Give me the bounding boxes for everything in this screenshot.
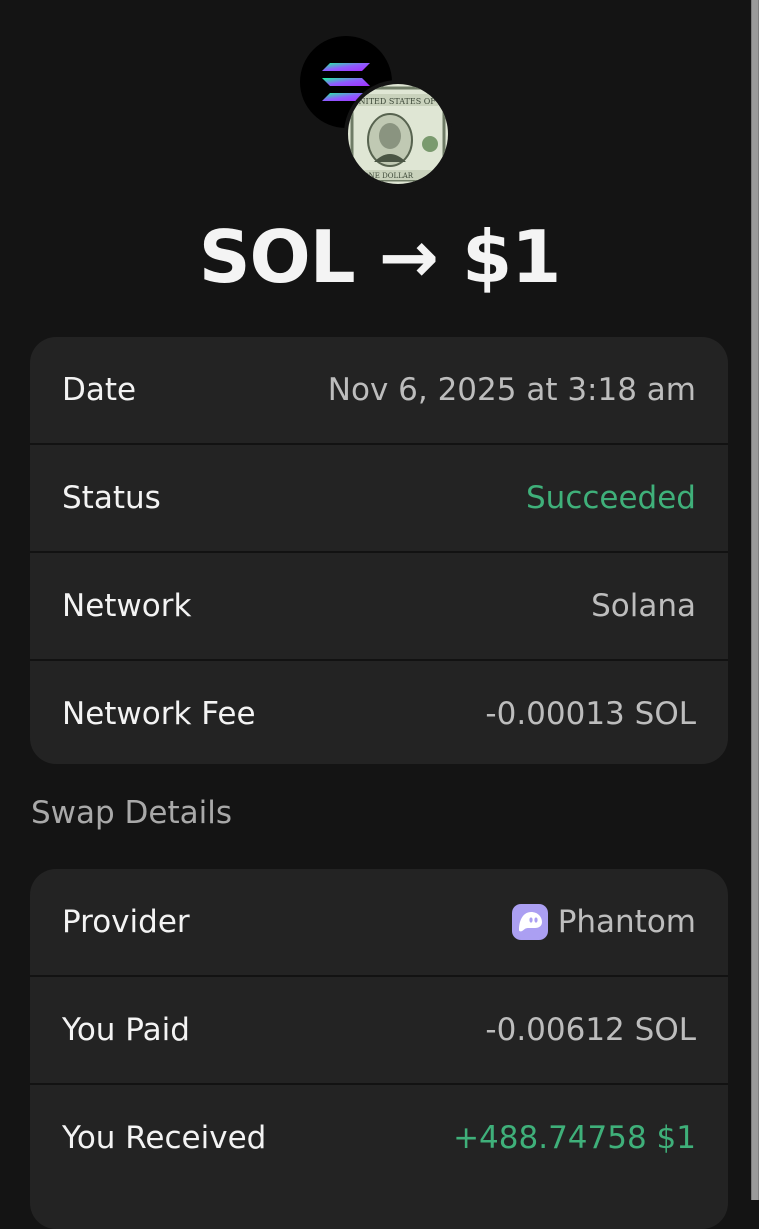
transaction-details-card: Date Nov 6, 2025 at 3:18 am Status Succe… <box>30 337 728 764</box>
network-label: Network <box>62 588 192 624</box>
you-received-label: You Received <box>62 1120 267 1156</box>
provider-row: Provider Phantom <box>30 869 728 977</box>
status-row: Status Succeeded <box>30 445 728 553</box>
date-label: Date <box>62 372 137 408</box>
network-fee-row: Network Fee -0.00013 SOL <box>30 661 728 764</box>
provider-value: Phantom <box>511 904 696 940</box>
scrollbar-thumb[interactable] <box>752 0 758 1200</box>
phantom-ghost-icon <box>511 904 548 940</box>
svg-text:UNITED STATES OF A: UNITED STATES OF A <box>352 97 445 106</box>
status-value: Succeeded <box>526 480 696 516</box>
svg-text:ONE DOLLAR: ONE DOLLAR <box>363 172 414 180</box>
scrollbar-track[interactable] <box>751 0 759 1200</box>
you-paid-label: You Paid <box>62 1012 190 1048</box>
network-value: Solana <box>591 588 696 624</box>
date-row: Date Nov 6, 2025 at 3:18 am <box>30 337 728 445</box>
network-row: Network Solana <box>30 553 728 661</box>
network-fee-value: -0.00013 SOL <box>485 696 696 732</box>
you-received-row: You Received +488.74758 $1 <box>30 1085 728 1191</box>
provider-name: Phantom <box>557 904 696 940</box>
you-received-value: +488.74758 $1 <box>453 1120 696 1156</box>
dollar-bill-token-icon: UNITED STATES OF A ONE DOLLAR <box>344 80 452 188</box>
you-paid-value: -0.00612 SOL <box>485 1012 696 1048</box>
network-fee-label: Network Fee <box>62 696 256 732</box>
you-paid-row: You Paid -0.00612 SOL <box>30 977 728 1085</box>
swap-details-heading: Swap Details <box>31 795 233 831</box>
status-label: Status <box>62 480 161 516</box>
provider-label: Provider <box>62 904 190 940</box>
swap-details-card: Provider Phantom You Paid -0.00612 SOL Y… <box>30 869 728 1229</box>
swap-title: SOL → $1 <box>198 215 562 299</box>
token-pair-icons: UNITED STATES OF A ONE DOLLAR <box>300 36 454 190</box>
date-value: Nov 6, 2025 at 3:18 am <box>327 372 696 408</box>
